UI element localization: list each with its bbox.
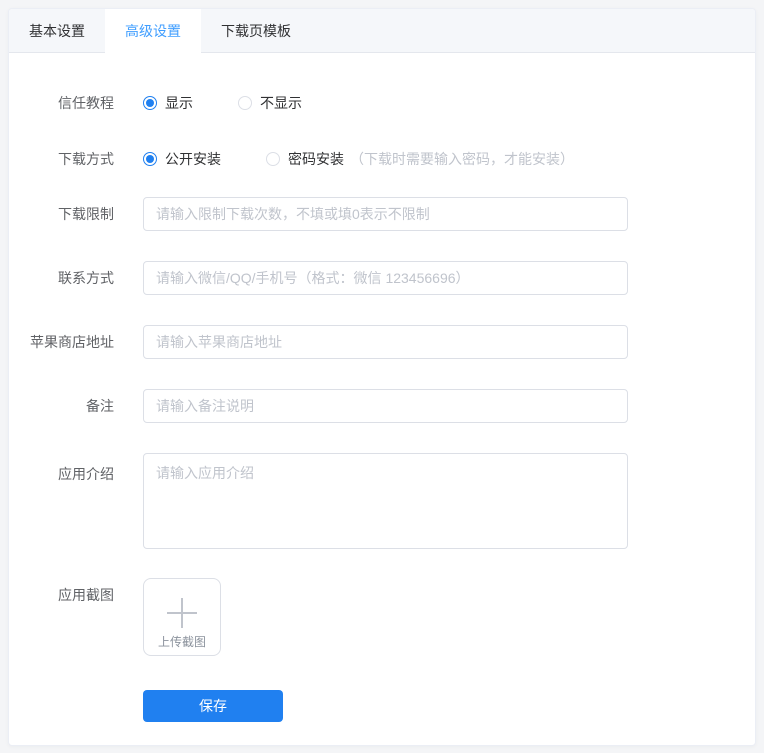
remark-row: 备注	[21, 389, 755, 423]
remark-label: 备注	[86, 398, 114, 414]
download-limit-label: 下载限制	[58, 206, 114, 222]
download-method-radio-group: 公开安装 密码安装 （下载时需要输入密码，才能安装）	[143, 149, 574, 169]
radio-public-install[interactable]: 公开安装	[143, 149, 221, 169]
tab-advanced-settings[interactable]: 高级设置	[105, 9, 201, 53]
password-install-note: （下载时需要输入密码，才能安装）	[350, 151, 574, 167]
app-intro-row: 应用介绍	[21, 453, 755, 549]
app-intro-textarea[interactable]	[143, 453, 628, 549]
app-screenshot-row: 应用截图 上传截图	[21, 578, 755, 656]
download-method-row: 下载方式 公开安装 密码安装 （下载时需要输入密码，才能安装）	[21, 149, 755, 169]
contact-label: 联系方式	[58, 270, 114, 286]
tabs-header: 基本设置 高级设置 下载页模板	[9, 9, 755, 53]
trust-tutorial-radio-group: 显示 不显示	[143, 93, 347, 113]
upload-screenshot-button[interactable]: 上传截图	[143, 578, 221, 656]
contact-row: 联系方式	[21, 261, 755, 295]
tab-basic-settings[interactable]: 基本设置	[9, 9, 105, 53]
download-limit-row: 下载限制	[21, 197, 755, 231]
trust-tutorial-label: 信任教程	[58, 95, 114, 111]
apple-store-label: 苹果商店地址	[30, 334, 114, 350]
radio-icon	[143, 96, 157, 110]
plus-icon	[167, 598, 197, 628]
settings-card: 基本设置 高级设置 下载页模板 信任教程 显示 不显示 下载方式 公开安装 密码…	[8, 8, 756, 746]
apple-store-input[interactable]	[143, 325, 628, 359]
remark-input[interactable]	[143, 389, 628, 423]
radio-show-label: 显示	[165, 95, 193, 111]
radio-password-install-label: 密码安装	[288, 151, 344, 167]
app-screenshot-label: 应用截图	[58, 587, 114, 603]
trust-tutorial-row: 信任教程 显示 不显示	[21, 93, 755, 113]
radio-show[interactable]: 显示	[143, 93, 193, 113]
download-limit-input[interactable]	[143, 197, 628, 231]
radio-icon	[266, 152, 280, 166]
save-row: 保存	[21, 690, 755, 722]
download-method-label: 下载方式	[58, 151, 114, 167]
radio-password-install[interactable]: 密码安装	[266, 149, 344, 169]
upload-screenshot-text: 上传截图	[157, 635, 206, 649]
save-button[interactable]: 保存	[143, 690, 283, 722]
app-intro-label: 应用介绍	[58, 466, 114, 482]
radio-hide-label: 不显示	[260, 95, 302, 111]
contact-input[interactable]	[143, 261, 628, 295]
apple-store-row: 苹果商店地址	[21, 325, 755, 359]
radio-public-install-label: 公开安装	[165, 151, 221, 167]
advanced-settings-form: 信任教程 显示 不显示 下载方式 公开安装 密码安装 （下载时需要输入密码，才能…	[9, 53, 755, 722]
radio-icon	[143, 152, 157, 166]
radio-icon	[238, 96, 252, 110]
radio-hide[interactable]: 不显示	[238, 93, 302, 113]
tab-download-page-template[interactable]: 下载页模板	[201, 9, 311, 53]
